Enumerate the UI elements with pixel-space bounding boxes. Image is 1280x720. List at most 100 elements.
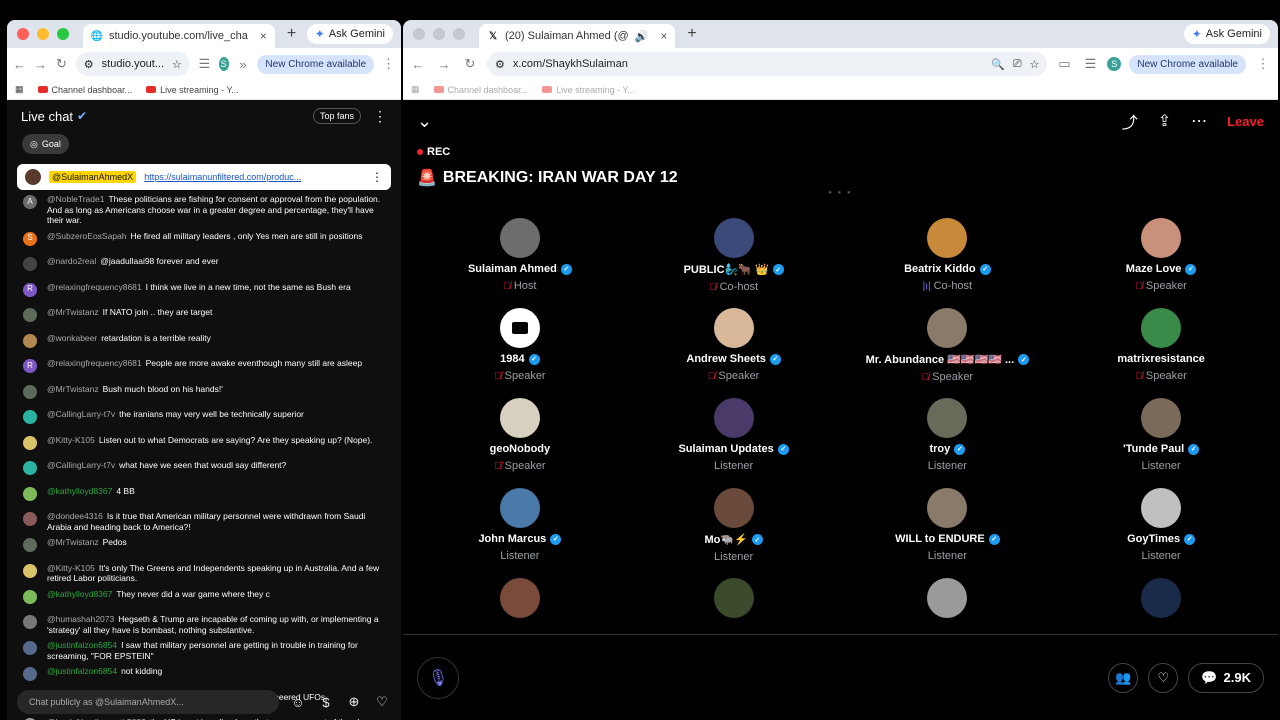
heart-icon[interactable]: ♡ xyxy=(373,693,391,711)
message-author[interactable]: @wonkabeer xyxy=(47,333,97,343)
chat-message[interactable]: @MrTwistanz If NATO join .. they are targ… xyxy=(23,307,389,322)
avatar[interactable]: A xyxy=(23,195,37,209)
participant-card[interactable]: Mr. Abundance 🇺🇸🇺🇸🇺🇸🇺🇸 ... ✓ 🎙̸ Speaker xyxy=(841,308,1055,390)
avatar[interactable] xyxy=(23,461,37,475)
participant-card[interactable]: GoyTimes ✓ Listener xyxy=(1054,488,1268,570)
participant-card[interactable]: 1984 ✓ 🎙̸ Speaker xyxy=(413,308,627,390)
more-options-icon[interactable]: ⋯ xyxy=(1191,111,1207,131)
close-window-button[interactable] xyxy=(17,28,29,40)
avatar[interactable] xyxy=(713,488,754,528)
avatar[interactable] xyxy=(23,589,37,604)
avatar[interactable] xyxy=(713,578,754,618)
forward-icon[interactable]: → xyxy=(34,57,47,72)
reload-icon[interactable]: ↻ xyxy=(55,56,68,72)
pinned-menu-icon[interactable]: ⋮ xyxy=(371,170,383,184)
avatar[interactable] xyxy=(1141,488,1182,528)
message-author[interactable]: @CallingLarry-t7v xyxy=(47,409,115,419)
close-tab-icon[interactable]: × xyxy=(660,29,667,43)
tab-youtube-studio[interactable]: 🌐 studio.youtube.com/live_cha × xyxy=(83,24,275,48)
chrome-menu-icon[interactable]: ⋮ xyxy=(382,56,395,72)
site-settings-icon[interactable]: ⚙ xyxy=(84,58,94,71)
chat-message[interactable]: @nardo2real @jaadullaai98 forever and eve… xyxy=(23,256,389,271)
profile-avatar[interactable]: S xyxy=(1107,57,1122,71)
message-author[interactable]: @SubzeroEosSapah xyxy=(47,231,127,241)
chat-message[interactable]: @CallingLarry-t7v what have we seen that … xyxy=(23,460,389,475)
message-author[interactable]: @kathylloyd8367 xyxy=(47,589,112,599)
minimize-window-button[interactable] xyxy=(433,28,445,40)
message-author[interactable]: @CallingLarry-t7v xyxy=(47,460,115,470)
avatar[interactable] xyxy=(499,398,540,438)
participant-card[interactable]: 'Tunde Paul ✓ Listener xyxy=(1054,398,1268,480)
avatar[interactable]: R xyxy=(23,282,37,297)
replies-button[interactable]: 💬 2.9K xyxy=(1188,662,1264,693)
avatar[interactable] xyxy=(713,398,754,438)
avatar[interactable] xyxy=(23,538,37,552)
avatar[interactable] xyxy=(713,308,754,348)
side-panel-icon[interactable]: ▭ xyxy=(1055,56,1073,72)
chat-message[interactable]: @justinfalzon6854 I saw that military per… xyxy=(23,640,389,661)
share-icon[interactable]: ⇪ xyxy=(1158,111,1171,131)
message-author[interactable]: @humashah2073 xyxy=(47,614,114,624)
chat-message[interactable]: R @relaxingfrequency8681 I think we live i… xyxy=(23,282,389,297)
avatar[interactable]: S xyxy=(23,231,37,246)
participant-card[interactable]: John Marcus ✓ Listener xyxy=(413,488,627,570)
avatar[interactable] xyxy=(1141,308,1182,348)
bookmark-live-streaming[interactable]: Live streaming - Y... xyxy=(542,85,635,95)
message-author[interactable]: @dondee4316 xyxy=(47,511,103,521)
bookmark-channel-dashboard[interactable]: Channel dashboar... xyxy=(433,85,528,95)
avatar[interactable] xyxy=(927,578,968,618)
message-author[interactable]: @justinfalzon6854 xyxy=(47,666,117,676)
message-author[interactable]: @MrTwistanz xyxy=(47,537,99,547)
chat-message[interactable]: A @NobleTrade1 These politicians are fishi… xyxy=(23,194,389,226)
chat-message[interactable]: @Kitty-K105 Listen out to what Democrats … xyxy=(23,435,389,450)
message-author[interactable]: @Kitty-K105 xyxy=(47,435,95,445)
ask-gemini-button[interactable]: ✦ Ask Gemini xyxy=(1183,24,1270,44)
people-button[interactable]: 👥 xyxy=(1108,662,1139,693)
avatar[interactable] xyxy=(713,218,754,258)
chat-message[interactable]: @MrTwistanz Bush much blood on his hands!… xyxy=(23,384,389,399)
participant-card[interactable]: Maze Love ✓ 🎙̸ Speaker xyxy=(1054,218,1268,300)
new-tab-button[interactable]: + xyxy=(287,25,296,43)
pinned-link[interactable]: https://sulaimanunfiltered.com/produc... xyxy=(144,172,363,182)
avatar[interactable] xyxy=(23,615,37,629)
close-tab-icon[interactable]: × xyxy=(260,29,267,43)
avatar[interactable] xyxy=(23,410,37,424)
participant-card[interactable]: matrixresistance 🎙̸ Speaker xyxy=(1054,308,1268,390)
new-tab-button[interactable]: + xyxy=(687,25,696,43)
avatar[interactable] xyxy=(23,435,37,450)
leave-button[interactable]: Leave xyxy=(1227,114,1264,129)
close-window-button[interactable] xyxy=(413,28,425,40)
avatar[interactable] xyxy=(1141,398,1182,438)
goal-button[interactable]: ◎ Goal xyxy=(22,134,69,154)
avatar[interactable] xyxy=(499,578,540,618)
avatar[interactable] xyxy=(23,384,37,399)
super-chat-icon[interactable]: $ xyxy=(317,693,335,711)
message-author[interactable]: @kathylloyd8367 xyxy=(47,486,112,496)
chrome-menu-icon[interactable]: ⋮ xyxy=(1254,56,1272,72)
add-reaction-icon[interactable]: ⊕ xyxy=(345,693,363,711)
chat-message[interactable]: S @SubzeroEosSapah He fired all military l… xyxy=(23,231,389,246)
site-settings-icon[interactable]: ⚙ xyxy=(495,58,505,71)
zoom-window-button[interactable] xyxy=(453,28,465,40)
back-icon[interactable]: ← xyxy=(409,57,427,72)
participant-card[interactable]: troy ✓ Listener xyxy=(841,398,1055,480)
chat-message[interactable]: @Kitty-K105 It's only The Greens and Inde… xyxy=(23,563,389,584)
cast-icon[interactable]: ⎚ xyxy=(1013,58,1022,71)
avatar[interactable] xyxy=(927,488,968,528)
more-extensions-icon[interactable]: » xyxy=(237,57,250,72)
url-field[interactable]: ⚙ studio.yout... ☆ xyxy=(75,52,190,76)
avatar[interactable] xyxy=(23,563,37,578)
bookmark-live-streaming[interactable]: Live streaming - Y... xyxy=(146,85,239,95)
avatar[interactable] xyxy=(23,308,37,322)
url-field[interactable]: ⚙ x.com/ShaykhSulaiman 🔍 ⎚ ☆ xyxy=(487,52,1048,76)
request-mic-button[interactable]: 🎙 xyxy=(417,656,459,699)
avatar[interactable] xyxy=(23,667,37,681)
avatar[interactable] xyxy=(23,257,37,271)
react-button[interactable]: ♡ xyxy=(1148,662,1179,693)
participant-card[interactable]: Mo🐃⚡ ✓ Listener xyxy=(627,488,841,570)
avatar[interactable] xyxy=(1141,218,1182,258)
apps-grid-icon[interactable]: ▦ xyxy=(411,84,420,95)
tab-x[interactable]: 𝕏 (20) Sulaiman Ahmed (@ 🔊 × xyxy=(479,24,676,48)
avatar[interactable] xyxy=(499,218,540,258)
message-author[interactable]: @justinfalzon6854 xyxy=(47,640,117,650)
